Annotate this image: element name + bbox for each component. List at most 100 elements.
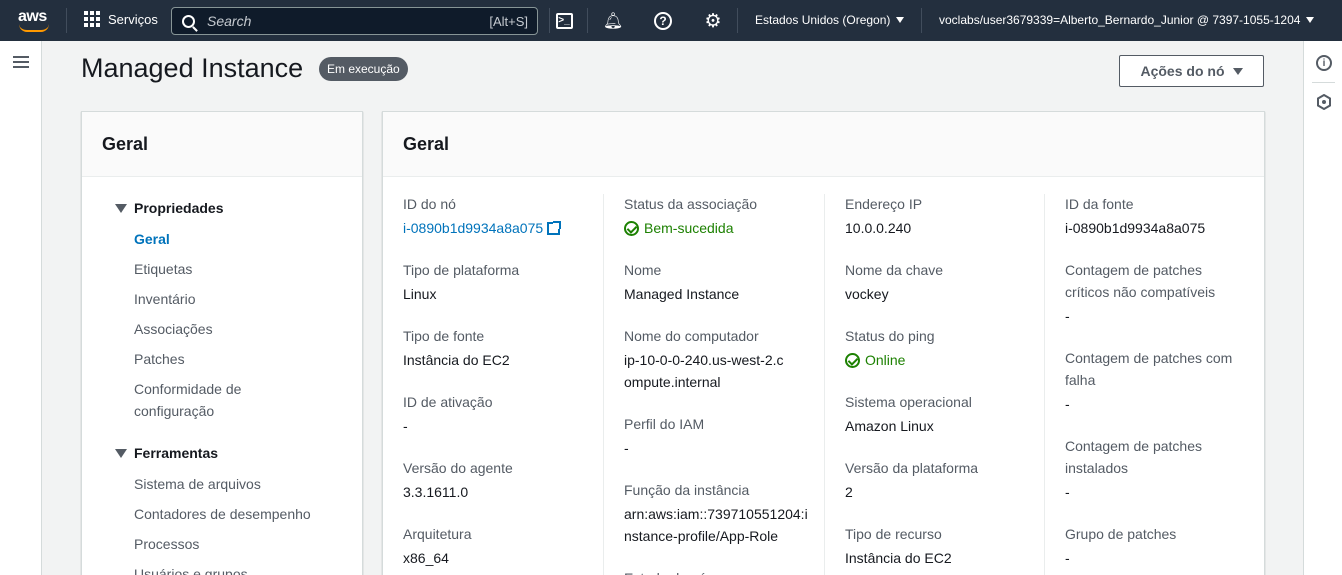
- ping-status: Online: [845, 349, 1035, 371]
- tree-group-properties[interactable]: Propriedades: [115, 200, 223, 216]
- field-label: ID do nó: [403, 196, 456, 212]
- search-input[interactable]: [207, 13, 490, 29]
- caret-down-icon: [115, 448, 127, 458]
- tree-item-patches[interactable]: Patches: [134, 348, 185, 370]
- node-actions-button[interactable]: Ações do nó: [1119, 55, 1264, 87]
- status-badge: Em execução: [319, 57, 408, 81]
- field-value: 2: [845, 484, 853, 500]
- field-value: -: [403, 418, 408, 434]
- tree-item-associations[interactable]: Associações: [134, 318, 213, 340]
- menu-icon[interactable]: [13, 56, 29, 68]
- search-icon: [182, 14, 195, 28]
- grid-icon: [84, 11, 100, 27]
- node-id-link[interactable]: i-0890b1d9934a8a075: [403, 217, 562, 239]
- account-menu[interactable]: voclabs/user3679339=Alberto_Bernardo_Jun…: [939, 13, 1315, 27]
- field-architecture: Arquitetura x86_64: [403, 523, 593, 569]
- field-agent-version: Versão do agente 3.3.1611.0: [403, 457, 593, 503]
- tree-item-configuration-compliance[interactable]: Conformidade de configuração: [134, 378, 274, 422]
- chevron-down-icon: [1232, 67, 1243, 75]
- bell-icon: 🔔︎: [602, 13, 624, 30]
- field-value: arn:aws:iam::739710551204:instance-profi…: [624, 506, 808, 544]
- field-value: Managed Instance: [624, 286, 740, 302]
- details-column-1: ID do nó i-0890b1d9934a8a075 Tipo de pla…: [383, 177, 604, 575]
- field-label: Sistema operacional: [845, 394, 972, 410]
- notifications-button[interactable]: 🔔︎: [603, 11, 623, 31]
- settings-button[interactable]: ⚙: [703, 10, 723, 32]
- tree-item-tags[interactable]: Etiquetas: [134, 258, 192, 280]
- tree-item-file-system[interactable]: Sistema de arquivos: [134, 473, 261, 495]
- field-value: ip-10-0-0-240.us-west-2.compute.internal: [624, 352, 784, 390]
- field-label: Tipo de fonte: [403, 328, 485, 344]
- field-resource-type: Tipo de recurso Instância do EC2: [845, 523, 1035, 569]
- field-label: Nome: [624, 262, 662, 278]
- field-label: Nome do computador: [624, 328, 759, 344]
- panel-header: Geral: [383, 112, 1264, 177]
- field-label: Tipo de plataforma: [403, 262, 520, 278]
- field-installed-patches: Contagem de patches instalados -: [1065, 435, 1225, 503]
- field-value: -: [1065, 396, 1070, 412]
- field-value: Amazon Linux: [845, 418, 934, 434]
- success-icon: [845, 352, 860, 368]
- tree-item-inventory[interactable]: Inventário: [134, 288, 195, 310]
- field-operating-system: Sistema operacional Amazon Linux: [845, 391, 1035, 437]
- field-value: 3.3.1611.0: [403, 484, 469, 500]
- field-value: Bem-sucedida: [644, 220, 734, 236]
- chevron-down-icon: [1306, 17, 1315, 23]
- field-label: Função da instância: [624, 482, 750, 498]
- page-title: Managed Instance: [81, 53, 304, 83]
- field-label: Status da associação: [624, 196, 758, 212]
- details-column-3: Endereço IP 10.0.0.240 Nome da chave voc…: [825, 177, 1046, 575]
- chevron-down-icon: [896, 17, 905, 23]
- field-label: Contagem de patches críticos não compatí…: [1065, 262, 1216, 300]
- field-node-id: ID do nó i-0890b1d9934a8a075: [403, 193, 593, 239]
- field-failed-patches: Contagem de patches com falha -: [1065, 347, 1245, 415]
- info-icon[interactable]: i: [1316, 55, 1332, 71]
- field-node-state: Estado do nó: [624, 567, 814, 575]
- field-label: Arquitetura: [403, 526, 472, 542]
- aws-logo[interactable]: aws: [18, 8, 52, 34]
- field-patch-group: Grupo de patches -: [1065, 523, 1255, 569]
- association-status: Bem-sucedida: [624, 217, 814, 239]
- caret-down-icon: [115, 203, 127, 213]
- aws-logo-text: aws: [18, 8, 47, 25]
- services-menu-button[interactable]: Serviços: [84, 11, 158, 27]
- help-icon: ?: [654, 12, 672, 30]
- field-label: Contagem de patches com falha: [1065, 350, 1233, 388]
- panel-title: Geral: [403, 134, 450, 154]
- left-rail: [0, 41, 42, 575]
- field-ip-address: Endereço IP 10.0.0.240: [845, 193, 1035, 239]
- hexagon-icon[interactable]: [1316, 94, 1332, 110]
- panel-header: Geral: [82, 112, 362, 177]
- region-selector[interactable]: Estados Unidos (Oregon): [755, 13, 905, 27]
- field-value: -: [1065, 308, 1070, 324]
- aws-logo-smile: [19, 24, 49, 32]
- tree-item-users-groups[interactable]: Usuários e grupos: [134, 563, 248, 575]
- nav-divider: [737, 8, 738, 33]
- details-panel: Geral ID do nó i-0890b1d9934a8a075 Tipo …: [382, 111, 1265, 575]
- field-label: Contagem de patches instalados: [1065, 438, 1202, 476]
- tree-item-performance-counters[interactable]: Contadores de desempenho: [134, 503, 311, 525]
- field-value: i-0890b1d9934a8a075: [403, 220, 544, 236]
- tree-item-general[interactable]: Geral: [134, 228, 170, 250]
- field-label: Versão da plataforma: [845, 460, 979, 476]
- tree-group-label: Ferramentas: [134, 445, 219, 461]
- field-label: ID de ativação: [403, 394, 493, 410]
- tree-group-tools[interactable]: Ferramentas: [115, 445, 218, 461]
- tree-group-label: Propriedades: [134, 200, 224, 216]
- field-name: Nome Managed Instance: [624, 259, 814, 305]
- help-button[interactable]: ?: [653, 11, 673, 31]
- field-source-type: Tipo de fonte Instância do EC2: [403, 325, 593, 371]
- field-value: Online: [865, 352, 906, 368]
- tree-item-processes[interactable]: Processos: [134, 533, 199, 555]
- search-bar[interactable]: [Alt+S]: [171, 7, 538, 35]
- field-value: x86_64: [403, 550, 449, 566]
- details-column-4: ID da fonte i-0890b1d9934a8a075 Contagem…: [1045, 177, 1266, 575]
- field-label: Estado do nó: [624, 567, 814, 575]
- details-column-2: Status da associação Bem-sucedida Nome M…: [604, 177, 825, 575]
- panel-title: Geral: [102, 134, 149, 154]
- field-value: i-0890b1d9934a8a075: [1065, 220, 1206, 236]
- cloudshell-button[interactable]: >_: [554, 11, 574, 31]
- gear-icon: ⚙: [704, 10, 722, 32]
- field-label: Endereço IP: [845, 196, 923, 212]
- services-label: Serviços: [108, 11, 158, 27]
